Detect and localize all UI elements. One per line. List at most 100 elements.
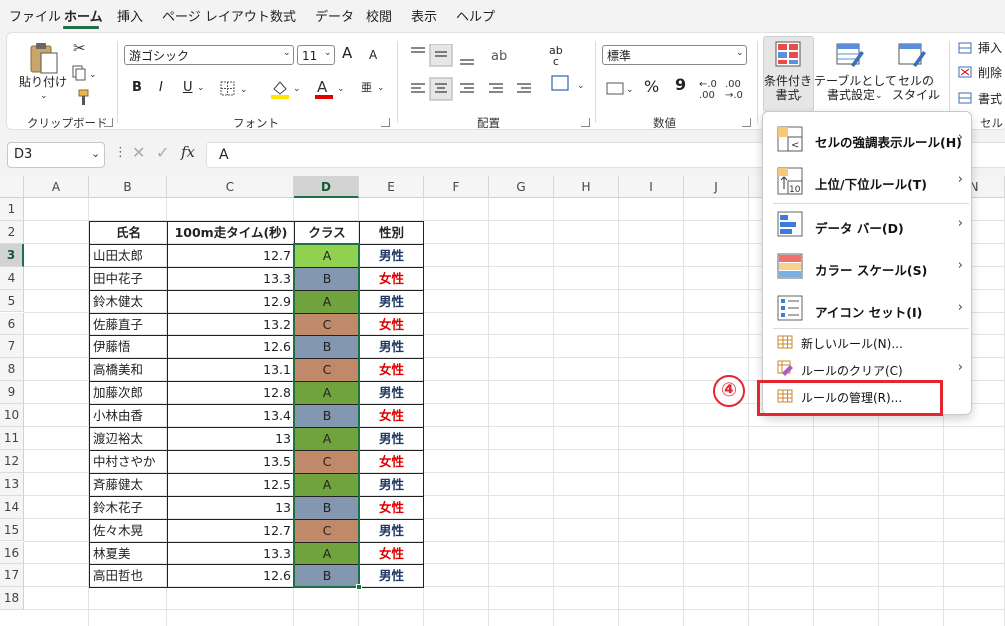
row-header-18[interactable]: 18 [0, 587, 24, 611]
table-cell[interactable]: 女性 [359, 541, 424, 566]
chevron-down-icon[interactable]: ⌄ [377, 83, 385, 93]
menu-item-color-scales[interactable]: カラー スケール(S) › [763, 246, 971, 288]
copy-icon[interactable]: ⌄ [71, 65, 101, 81]
menu-item-highlight-rules[interactable]: < セルの強調表示ルール(H) › [763, 120, 971, 160]
table-cell[interactable]: 女性 [359, 266, 424, 291]
table-cell[interactable]: 12.6 [167, 335, 294, 360]
paste-button[interactable]: 貼り付け [19, 75, 67, 89]
format-cells-button[interactable]: 書式 [978, 92, 1002, 106]
table-cell[interactable]: 中村さやか [89, 449, 167, 474]
table-cell[interactable]: 鈴木健太 [89, 289, 167, 314]
column-header-G[interactable]: G [489, 176, 554, 198]
chevron-down-icon[interactable]: ⌄ [324, 48, 332, 58]
tab-page-layout[interactable]: ページ レイアウト [162, 6, 270, 25]
table-cell[interactable]: 高橋美和 [89, 358, 167, 383]
chevron-down-icon[interactable]: ⌄ [736, 48, 744, 58]
menu-item-clear-rules[interactable]: ルールのクリア(C) › [763, 356, 971, 382]
paste-icon[interactable] [28, 41, 62, 77]
menu-item-icon-sets[interactable]: アイコン セット(I) › [763, 288, 971, 330]
table-cell[interactable]: 12.9 [167, 289, 294, 314]
row-header-8[interactable]: 8 [0, 358, 24, 382]
table-header-cell[interactable]: 氏名 [89, 220, 167, 245]
fill-handle[interactable] [356, 584, 362, 591]
row-header-15[interactable]: 15 [0, 518, 24, 542]
format-painter-icon[interactable] [71, 89, 91, 107]
column-header-B[interactable]: B [89, 176, 167, 198]
grow-font-button[interactable]: A [342, 46, 352, 61]
italic-button[interactable]: I [159, 81, 163, 95]
tab-help[interactable]: ヘルプ [456, 6, 495, 25]
currency-icon[interactable]: ⌄ [605, 80, 635, 100]
table-cell[interactable]: 男性 [359, 289, 424, 314]
cell-styles-icon[interactable] [898, 41, 930, 69]
tab-review[interactable]: 校閲 [366, 6, 392, 25]
table-cell[interactable]: 佐藤直子 [89, 312, 167, 337]
paste-dropdown-icon[interactable]: ⌄ [40, 91, 48, 101]
cell-styles-button[interactable]: セルの スタイル [887, 74, 945, 102]
borders-icon[interactable]: ⌄ [219, 80, 251, 98]
bold-button[interactable]: B [132, 81, 142, 95]
row-header-7[interactable]: 7 [0, 335, 24, 359]
tab-data[interactable]: データ [315, 6, 354, 25]
table-cell[interactable]: 13 [167, 495, 294, 520]
tab-home[interactable]: ホーム [64, 6, 103, 25]
menu-item-data-bars[interactable]: データ バー(D) › [763, 204, 971, 246]
row-header-5[interactable]: 5 [0, 289, 24, 313]
column-header-H[interactable]: H [554, 176, 619, 198]
table-cell[interactable]: 男性 [359, 518, 424, 543]
insert-cells-button[interactable]: 挿入 [978, 41, 1002, 55]
row-header-10[interactable]: 10 [0, 404, 24, 427]
table-cell[interactable]: 13.4 [167, 404, 294, 428]
enter-icon[interactable]: ✓ [156, 143, 169, 162]
table-cell[interactable]: 13.3 [167, 541, 294, 566]
shrink-font-button[interactable]: A [369, 48, 377, 62]
table-cell[interactable]: 12.8 [167, 381, 294, 406]
table-cell[interactable]: 12.5 [167, 472, 294, 497]
table-header-cell[interactable]: 100m走タイム(秒) [167, 220, 294, 245]
table-cell[interactable]: 渡辺裕太 [89, 427, 167, 451]
row-header-6[interactable]: 6 [0, 312, 24, 336]
table-cell[interactable]: 13.2 [167, 312, 294, 337]
table-cell[interactable]: 女性 [359, 449, 424, 474]
cut-icon[interactable]: ✂ [73, 39, 86, 57]
font-launcher-icon[interactable] [381, 118, 390, 127]
column-header-E[interactable]: E [359, 176, 424, 198]
table-cell[interactable]: 13.1 [167, 358, 294, 383]
table-cell[interactable]: 高田哲也 [89, 564, 167, 589]
table-cell[interactable]: 男性 [359, 564, 424, 589]
row-header-17[interactable]: 17 [0, 564, 24, 588]
chevron-down-icon[interactable]: ⌄ [91, 147, 100, 160]
percent-button[interactable]: % [644, 79, 659, 95]
row-header-13[interactable]: 13 [0, 472, 24, 496]
table-cell[interactable]: 鈴木花子 [89, 495, 167, 520]
row-header-2[interactable]: 2 [0, 220, 24, 244]
chevron-down-icon[interactable]: ⌄ [283, 48, 291, 58]
insert-function-button[interactable]: fx [181, 143, 195, 161]
column-header-J[interactable]: J [684, 176, 749, 198]
table-cell[interactable]: 男性 [359, 472, 424, 497]
row-header-3[interactable]: 3 [0, 243, 24, 267]
table-cell[interactable]: 12.7 [167, 243, 294, 268]
table-header-cell[interactable]: クラス [294, 220, 359, 245]
cancel-icon[interactable]: ✕ [132, 143, 145, 162]
row-header-14[interactable]: 14 [0, 495, 24, 519]
table-cell[interactable]: 山田太郎 [89, 243, 167, 268]
column-header-A[interactable]: A [24, 176, 89, 198]
table-cell[interactable]: 男性 [359, 243, 424, 268]
table-cell[interactable]: 女性 [359, 358, 424, 383]
table-cell[interactable]: 小林由香 [89, 404, 167, 428]
table-cell[interactable]: 男性 [359, 335, 424, 360]
merge-dropdown-icon[interactable]: ⌄ [577, 81, 585, 91]
table-cell[interactable]: 13.5 [167, 449, 294, 474]
tab-insert[interactable]: 挿入 [117, 6, 143, 25]
tab-view[interactable]: 表示 [411, 6, 437, 25]
font-name-select[interactable]: 游ゴシック [124, 45, 294, 65]
row-header-16[interactable]: 16 [0, 541, 24, 565]
row-header-11[interactable]: 11 [0, 427, 24, 450]
row-header-1[interactable]: 1 [0, 198, 24, 221]
column-header-D[interactable]: D [294, 176, 359, 198]
tab-formulas[interactable]: 数式 [270, 6, 296, 25]
table-cell[interactable]: 林夏美 [89, 541, 167, 566]
phonetic-button[interactable]: 亜 [361, 81, 372, 95]
table-cell[interactable]: 女性 [359, 404, 424, 428]
